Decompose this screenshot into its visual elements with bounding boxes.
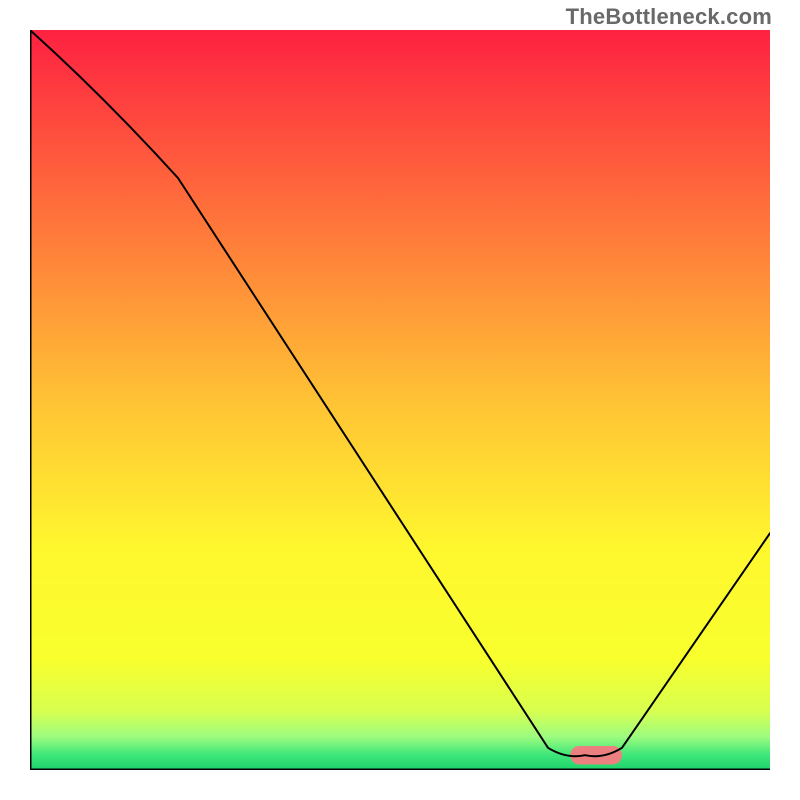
chart-canvas: TheBottleneck.com: [0, 0, 800, 800]
gradient-background: [30, 30, 770, 770]
bottleneck-chart: [30, 30, 770, 770]
watermark-text: TheBottleneck.com: [566, 4, 772, 30]
plot-area: [30, 30, 770, 770]
